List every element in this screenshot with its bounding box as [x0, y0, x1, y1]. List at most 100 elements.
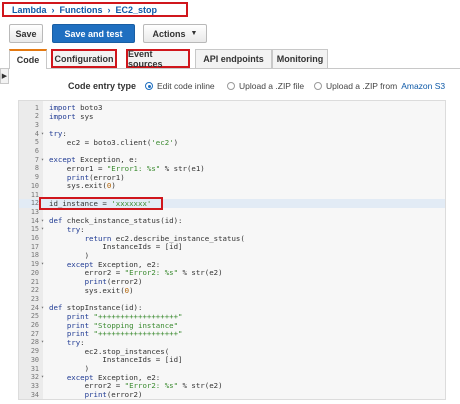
- line-number: 27: [30, 329, 39, 338]
- code-line[interactable]: 30 InstanceIds = [id]: [19, 355, 445, 365]
- tab-code[interactable]: Code: [9, 49, 47, 69]
- code-line[interactable]: 28 ▾ try:: [19, 337, 445, 347]
- code-text: ec2 = boto3.client('ec2'): [49, 137, 179, 147]
- breadcrumb-function-name[interactable]: EC2_stop: [116, 5, 158, 15]
- caret-down-icon: ▼: [190, 30, 198, 37]
- code-line[interactable]: 22 sys.exit(0): [19, 285, 445, 295]
- code-entry-label: Code entry type: [68, 81, 137, 91]
- code-text: print "++++++++++++++++++": [66, 311, 183, 321]
- code-line[interactable]: 19 ▾ except Exception, e2:: [19, 260, 445, 269]
- code-line[interactable]: 6: [19, 147, 445, 156]
- id-instance-highlight: [39, 196, 163, 210]
- code-text: ec2.stop_instances(: [49, 346, 170, 356]
- code-line[interactable]: 23: [19, 294, 445, 303]
- code-line[interactable]: 34 print(error2): [19, 390, 445, 400]
- tab-event-sources[interactable]: Event sources: [126, 49, 190, 69]
- line-number: 9: [34, 173, 39, 182]
- line-number: 14: [30, 216, 39, 225]
- breadcrumb-separator-icon: ›: [107, 4, 111, 15]
- code-line[interactable]: 16 return ec2.describe_instance_status(: [19, 233, 445, 243]
- line-number: 22: [30, 286, 39, 295]
- code-line[interactable]: 17 InstanceIds = [id]: [19, 242, 445, 252]
- radio-selected-icon: [145, 82, 153, 90]
- tab-api-endpoints[interactable]: API endpoints: [195, 49, 272, 68]
- code-text: print(error2): [84, 277, 143, 286]
- radio-upload-zip[interactable]: Upload a .ZIP file: [227, 81, 304, 91]
- line-number: 30: [30, 355, 39, 364]
- code-text: try:: [66, 337, 85, 347]
- code-line[interactable]: 27 print "++++++++++++++++++": [19, 329, 445, 339]
- code-line[interactable]: 3: [19, 120, 445, 129]
- breadcrumb-separator-icon: ›: [51, 4, 55, 15]
- code-text: sys.exit(0): [49, 285, 134, 295]
- line-number: 4: [34, 129, 39, 138]
- code-line[interactable]: 29 ec2.stop_instances(: [19, 346, 445, 356]
- line-number: 3: [34, 120, 39, 129]
- breadcrumb-lambda[interactable]: Lambda: [12, 5, 47, 15]
- code-text: sys.exit(0): [49, 181, 116, 191]
- code-text: InstanceIds = [id]: [49, 242, 183, 252]
- radio-upload-zip-s3[interactable]: Upload a .ZIP from Amazon S3: [314, 81, 445, 91]
- code-line[interactable]: 25 print "++++++++++++++++++": [19, 311, 445, 321]
- line-number: 17: [30, 242, 39, 251]
- code-line[interactable]: 1 import boto3: [19, 103, 445, 112]
- code-line[interactable]: 8 error1 = "Error1: %s" % str(e1): [19, 163, 445, 173]
- code-line[interactable]: 21 print(error2): [19, 277, 445, 286]
- code-text: print "Stopping instance": [66, 320, 179, 330]
- line-number: 1: [34, 103, 39, 112]
- code-editor[interactable]: 1 import boto3 2 import sys 3 4 ▾ try: 5 ec2 = b…: [18, 100, 446, 400]
- code-line[interactable]: 18 ): [19, 251, 445, 260]
- line-number: 32: [30, 373, 39, 382]
- amazon-s3-link[interactable]: Amazon S3: [401, 81, 445, 91]
- line-number: 8: [34, 164, 39, 173]
- code-text: return ec2.describe_instance_status(: [84, 233, 245, 243]
- code-line[interactable]: 14 ▾ def check_instance_status(id):: [19, 216, 445, 226]
- code-text: try:: [66, 224, 85, 234]
- radio-edit-inline[interactable]: Edit code inline: [145, 81, 215, 91]
- tab-monitoring[interactable]: Monitoring: [272, 49, 328, 68]
- code-text: print(error2): [84, 390, 143, 400]
- tab-configuration[interactable]: Configuration: [51, 49, 117, 68]
- code-entry-type: Code entry type Edit code inline Upload …: [0, 78, 460, 94]
- code-text: print "++++++++++++++++++": [66, 329, 183, 339]
- code-line[interactable]: 4 ▾ try:: [19, 129, 445, 138]
- radio-unselected-icon: [227, 82, 235, 90]
- line-number: 10: [30, 181, 39, 190]
- code-text: def check_instance_status(id):: [49, 216, 183, 226]
- actions-dropdown[interactable]: Actions ▼: [143, 24, 207, 43]
- line-number: 2: [34, 112, 39, 121]
- code-line[interactable]: 24 ▾ def stopInstance(id):: [19, 303, 445, 312]
- line-number: 28: [30, 338, 39, 347]
- code-text: error1 = "Error1: %s" % str(e1): [49, 163, 205, 173]
- line-number: 11: [30, 190, 39, 199]
- line-number: 13: [30, 207, 39, 216]
- line-number: 29: [30, 347, 39, 356]
- code-line[interactable]: 20 error2 = "Error2: %s" % str(e2): [19, 268, 445, 278]
- line-number: 20: [30, 268, 39, 277]
- code-text: InstanceIds = [id]: [49, 355, 183, 365]
- code-line[interactable]: 2 import sys: [19, 112, 445, 121]
- line-number: 15: [30, 225, 39, 234]
- code-line[interactable]: 10 sys.exit(0): [19, 181, 445, 191]
- line-number: 34: [30, 390, 39, 399]
- line-number: 12: [30, 199, 39, 208]
- save-button[interactable]: Save: [9, 24, 43, 43]
- code-line[interactable]: 26 print "Stopping instance": [19, 320, 445, 330]
- code-line[interactable]: 7 ▾ except Exception, e:: [19, 155, 445, 164]
- tab-bar: Code Configuration Event sources API end…: [0, 49, 460, 69]
- line-number: 19: [30, 260, 39, 269]
- code-line[interactable]: 33 error2 = "Error2: %s" % str(e2): [19, 381, 445, 391]
- code-line[interactable]: 5 ec2 = boto3.client('ec2'): [19, 137, 445, 147]
- line-number: 25: [30, 312, 39, 321]
- code-text: except Exception, e2:: [66, 372, 161, 382]
- breadcrumb-functions[interactable]: Functions: [60, 5, 103, 15]
- code-text: error2 = "Error2: %s" % str(e2): [49, 381, 223, 391]
- save-and-test-button[interactable]: Save and test: [52, 24, 135, 43]
- radio-unselected-icon: [314, 82, 322, 90]
- code-line[interactable]: 15 ▾ try:: [19, 224, 445, 234]
- code-text: error2 = "Error2: %s" % str(e2): [49, 268, 223, 278]
- line-number: 23: [30, 294, 39, 303]
- code-line[interactable]: 32 ▾ except Exception, e2:: [19, 372, 445, 382]
- code-line[interactable]: 31 ): [19, 364, 445, 373]
- code-line[interactable]: 9 print(error1): [19, 173, 445, 182]
